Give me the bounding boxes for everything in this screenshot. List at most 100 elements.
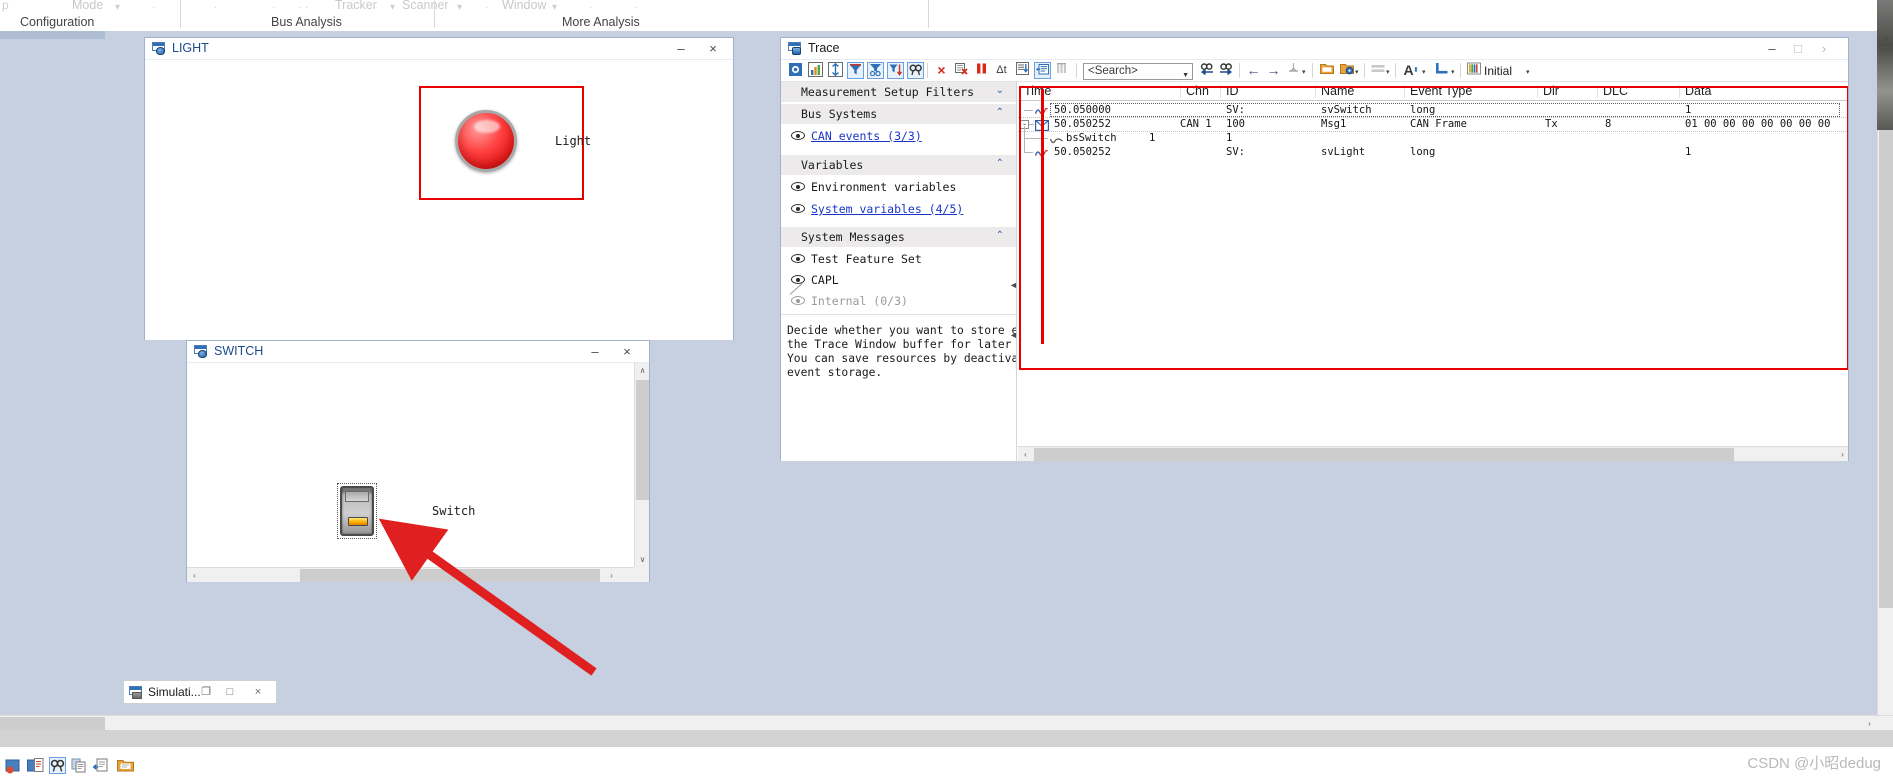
trace-window[interactable]: Trace – □ › × Δt <Search> ▼ ← → ▾ ▾ ▾ A … [780,37,1849,461]
color-config-icon[interactable] [1433,62,1450,79]
find-next-icon[interactable] [1218,62,1235,79]
simulation-setup-taskbutton[interactable]: Simulati... ❐ □ × [123,680,277,704]
column-header-data[interactable]: Data [1685,84,1711,98]
font-size-caret-icon[interactable]: ⬍ [1413,66,1419,74]
filter-section-bus-systems[interactable]: Bus Systems ⌃ [781,104,1016,125]
column-header-id[interactable]: ID [1226,84,1239,98]
clear-window-icon[interactable] [953,62,970,79]
sort-filter-icon[interactable] [887,62,904,79]
eye-visible-icon[interactable] [791,253,805,264]
switch-panel-window[interactable]: SWITCH – × Switch ∧ ∨ ‹ › [186,340,650,582]
find-previous-icon[interactable] [1198,62,1215,79]
switch-scroll-left-button[interactable]: ‹ [187,568,202,582]
app-vscroll-thumb[interactable] [1879,48,1893,608]
light-panel-titlebar[interactable]: LIGHT – × [145,38,733,60]
row-layout-caret-icon[interactable]: ▾ [1386,68,1390,76]
light-indicator[interactable] [455,110,517,172]
trace-grid-horizontal-scrollbar[interactable]: ‹ › [1018,446,1848,461]
profile-caret-icon[interactable]: ▾ [1526,68,1530,76]
switch-minimize-button[interactable]: – [585,343,605,361]
folder-icon[interactable] [117,757,134,774]
grid-scroll-left-button[interactable]: ‹ [1018,447,1033,461]
app-hscroll-thumb[interactable] [0,717,105,730]
maximize-button[interactable]: □ [222,685,238,700]
marker-dropdown-caret-icon[interactable]: ▾ [1302,68,1306,76]
find-icon[interactable] [49,757,66,774]
filter-row-capl[interactable]: CAPL [781,270,1016,291]
close-button[interactable]: × [250,685,266,700]
filter-row-test-feature-set[interactable]: Test Feature Set [781,249,1016,270]
switch-rocker-control[interactable] [337,483,377,539]
trace-close-button[interactable]: › [1814,40,1834,58]
filter-row-system-variables[interactable]: System variables (4/5) [781,199,1016,220]
filter-icon[interactable] [847,62,864,79]
table-row[interactable]: - 50.050252 CAN 1 100 Msg1 CAN Frame Tx … [1018,118,1848,132]
profile-icon[interactable] [1465,62,1482,79]
column-header-dir[interactable]: Dir [1543,84,1559,98]
column-header-chn[interactable]: Chn [1186,84,1209,98]
column-header-name[interactable]: Name [1321,84,1354,98]
switch-vertical-scrollbar[interactable]: ∧ ∨ [634,363,649,567]
clear-icon[interactable]: × [933,62,950,79]
logging-dropdown-caret-icon[interactable]: ▾ [1355,68,1359,76]
switch-vscroll-thumb[interactable] [636,380,649,500]
filter-section-variables[interactable]: Variables ⌃ [781,155,1016,176]
splitter-collapse-left-icon[interactable]: ◄ [1009,280,1018,290]
column-header-event-type[interactable]: Event Type [1410,84,1472,98]
copy-icon[interactable] [71,757,88,774]
find-icon[interactable] [907,62,924,79]
ribbon-item-window[interactable]: Window [502,0,546,12]
open-folder-icon[interactable] [1318,62,1335,79]
restore-button[interactable]: ❐ [198,685,214,700]
scroll-to-end-icon[interactable] [1014,62,1031,79]
pause-icon[interactable] [973,62,990,79]
table-row[interactable]: 50.050000 SV: svSwitch long 1 [1018,103,1848,117]
switch-scroll-down-button[interactable]: ∨ [635,552,649,567]
filter-row-environment-variables[interactable]: Environment variables [781,177,1016,198]
switch-close-button[interactable]: × [617,343,637,361]
table-row[interactable]: bsSwitch 1 1 [1018,126,1848,145]
switch-scroll-right-button[interactable]: › [604,568,619,582]
chevron-up-icon[interactable]: ⌃ [996,158,1004,169]
chevron-down-icon[interactable]: ⌄ [996,85,1004,96]
filter-row-label[interactable]: CAN events (3/3) [811,129,922,143]
font-dropdown-caret-icon[interactable]: ▾ [1422,68,1426,76]
column-header-time[interactable]: Time [1024,84,1051,98]
eye-visible-icon[interactable] [791,181,805,192]
mdi-tab-strip[interactable] [0,31,105,39]
chevron-up-icon[interactable]: ⌃ [996,230,1004,241]
delta-time-icon[interactable]: Δt [993,62,1010,79]
filter-row-internal[interactable]: Internal (0/3) [781,282,1016,312]
color-caret-icon[interactable]: ▾ [1451,68,1455,76]
app-horizontal-scrollbar[interactable]: › [0,715,1893,731]
eye-visible-icon[interactable] [791,130,805,141]
light-minimize-button[interactable]: – [671,40,691,58]
ribbon-item-mode[interactable]: Mode [72,0,103,12]
switch-hscroll-thumb[interactable] [300,569,600,582]
filter-row-label[interactable]: System variables (4/5) [811,202,963,216]
filter-section-system-messages[interactable]: System Messages ⌃ [781,227,1016,248]
filter-group-icon[interactable] [867,62,884,79]
splitter-collapse-left-icon-2[interactable]: ◄ [1009,330,1018,340]
logging-config-icon[interactable] [1338,62,1355,79]
grid-hscroll-thumb[interactable] [1034,448,1734,461]
profile-label[interactable]: Initial [1484,64,1512,78]
expand-all-icon[interactable] [827,62,844,79]
column-config-icon[interactable] [1054,62,1071,79]
switch-panel-titlebar[interactable]: SWITCH – × [187,341,649,363]
trace-titlebar[interactable]: Trace – □ › [781,38,1848,60]
trace-minimize-button[interactable]: – [1762,40,1782,58]
measurement-start-icon[interactable] [5,757,22,774]
ribbon-item-tracker[interactable]: Tracker [335,0,377,12]
switch-horizontal-scrollbar[interactable]: ‹ › [187,567,634,582]
eye-visible-icon[interactable] [791,203,805,214]
grid-scroll-right-button[interactable]: › [1835,447,1848,461]
light-panel-window[interactable]: LIGHT – × Light [144,37,734,340]
app-scroll-right-button[interactable]: › [1862,716,1877,731]
app-vertical-scrollbar[interactable]: ∧ ∨ [1877,31,1893,730]
row-layout-icon[interactable] [1369,62,1386,79]
search-dropdown-caret-icon[interactable]: ▼ [1182,68,1189,83]
filter-section-measurement-setup-filters[interactable]: Measurement Setup Filters ⌄ [781,82,1016,103]
chevron-up-icon[interactable]: ⌃ [996,107,1004,118]
column-header-dlc[interactable]: DLC [1603,84,1628,98]
